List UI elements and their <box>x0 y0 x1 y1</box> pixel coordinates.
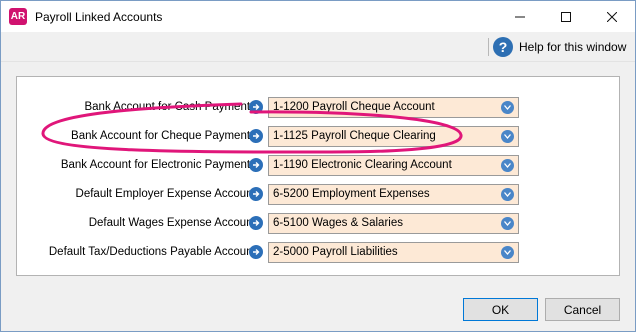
account-select[interactable]: 2-5000 Payroll Liabilities <box>268 242 519 263</box>
account-select[interactable]: 1-1200 Payroll Cheque Account <box>268 97 519 118</box>
row-employer-expense: Default Employer Expense Account: 6-5200… <box>17 184 621 206</box>
chevron-down-icon <box>501 159 514 172</box>
zoom-arrow-icon[interactable] <box>249 245 263 259</box>
payroll-linked-accounts-window: AR Payroll Linked Accounts ? Help for th… <box>0 0 636 332</box>
account-select[interactable]: 6-5100 Wages & Salaries <box>268 213 519 234</box>
minimize-icon <box>515 16 525 17</box>
zoom-arrow-icon[interactable] <box>249 100 263 114</box>
row-wages-expense: Default Wages Expense Account: 6-5100 Wa… <box>17 213 621 235</box>
zoom-arrow-icon[interactable] <box>249 158 263 172</box>
help-toolbar: ? Help for this window <box>1 32 635 62</box>
ok-button[interactable]: OK <box>463 298 538 321</box>
account-value: 1-1200 Payroll Cheque Account <box>273 101 435 113</box>
account-value: 6-5100 Wages & Salaries <box>273 217 403 229</box>
maximize-button[interactable] <box>543 1 589 32</box>
row-cash-payments: Bank Account for Cash Payments: 1-1200 P… <box>17 97 621 119</box>
row-cheque-payments: Bank Account for Cheque Payments: 1-1125… <box>17 126 621 148</box>
account-select[interactable]: 6-5200 Employment Expenses <box>268 184 519 205</box>
zoom-arrow-icon[interactable] <box>249 216 263 230</box>
window-title: Payroll Linked Accounts <box>35 10 163 24</box>
cancel-button[interactable]: Cancel <box>545 298 620 321</box>
row-label: Bank Account for Electronic Payments: <box>60 159 259 171</box>
chevron-down-icon <box>501 246 514 259</box>
row-label: Bank Account for Cash Payments: <box>84 101 259 113</box>
help-for-this-window-button[interactable]: ? Help for this window <box>493 36 626 58</box>
account-value: 2-5000 Payroll Liabilities <box>273 246 398 258</box>
row-tax-deductions-payable: Default Tax/Deductions Payable Account: … <box>17 242 621 264</box>
app-logo-icon: AR <box>9 8 27 25</box>
account-value: 1-1190 Electronic Clearing Account <box>273 159 452 171</box>
account-select[interactable]: 1-1125 Payroll Cheque Clearing <box>268 126 519 147</box>
zoom-arrow-icon[interactable] <box>249 187 263 201</box>
account-value: 6-5200 Employment Expenses <box>273 188 430 200</box>
help-icon: ? <box>493 37 513 57</box>
title-bar: AR Payroll Linked Accounts <box>1 1 635 32</box>
chevron-down-icon <box>501 188 514 201</box>
account-value: 1-1125 Payroll Cheque Clearing <box>273 130 436 142</box>
close-button[interactable] <box>589 1 635 32</box>
toolbar-divider <box>488 38 489 56</box>
chevron-down-icon <box>501 101 514 114</box>
zoom-arrow-icon[interactable] <box>249 129 263 143</box>
row-label: Default Wages Expense Account: <box>88 217 259 229</box>
account-select[interactable]: 1-1190 Electronic Clearing Account <box>268 155 519 176</box>
minimize-button[interactable] <box>497 1 543 32</box>
row-label: Default Employer Expense Account: <box>75 188 259 200</box>
help-label: Help for this window <box>519 40 627 54</box>
chevron-down-icon <box>501 217 514 230</box>
chevron-down-icon <box>501 130 514 143</box>
row-label: Bank Account for Cheque Payments: <box>71 130 259 142</box>
maximize-icon <box>561 11 571 22</box>
row-electronic-payments: Bank Account for Electronic Payments: 1-… <box>17 155 621 177</box>
close-icon <box>607 11 617 22</box>
row-label: Default Tax/Deductions Payable Account: <box>48 246 259 258</box>
linked-accounts-panel: Bank Account for Cash Payments: 1-1200 P… <box>16 76 620 276</box>
